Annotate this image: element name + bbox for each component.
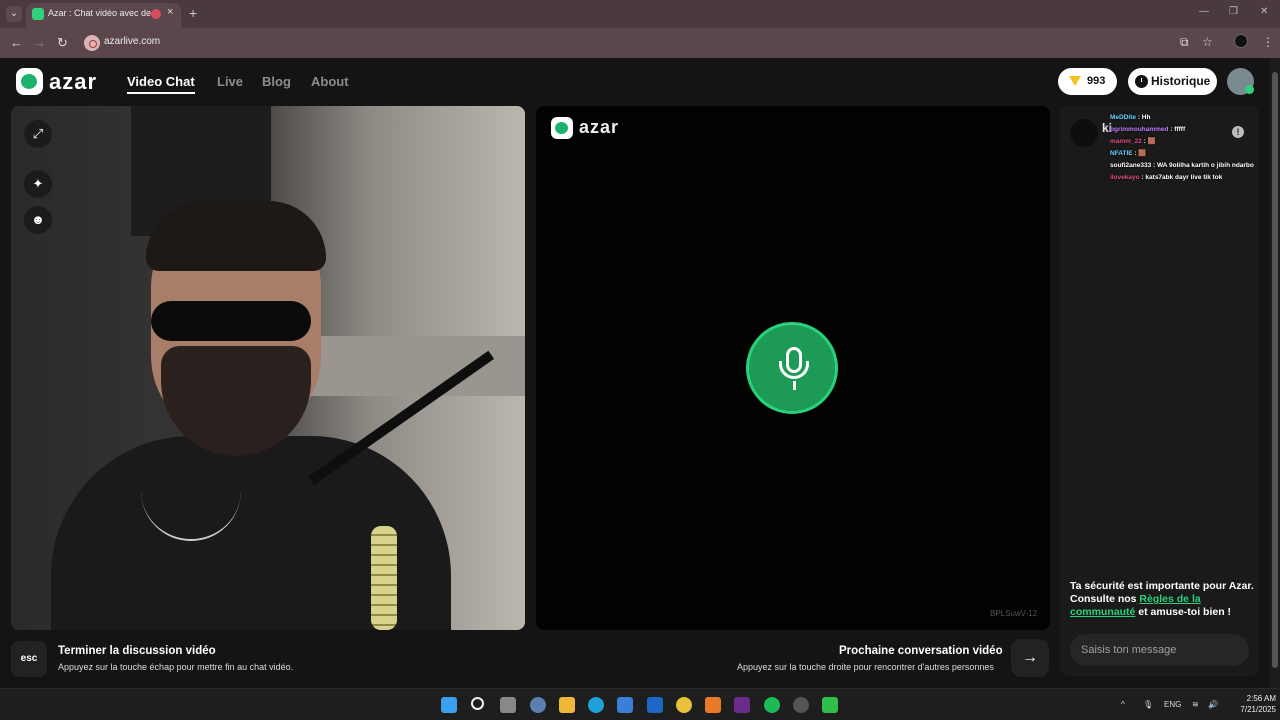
- overlay-message: mamm_22 : 🟫: [1110, 138, 1156, 145]
- fullscreen-toggle-icon[interactable]: ⤢: [24, 120, 52, 148]
- mic-tray-icon[interactable]: 🎙: [1143, 700, 1153, 709]
- pane-logo-text: azar: [579, 117, 620, 137]
- edge-icon[interactable]: [588, 697, 604, 713]
- tab-title: Azar : Chat vidéo avec de n: [48, 8, 158, 18]
- overlay-message: NFATIE : 🟫: [1110, 150, 1147, 157]
- forward-arrow-icon[interactable]: →: [33, 35, 46, 50]
- clock-date: 7/21/2025: [1240, 705, 1276, 714]
- volume-icon[interactable]: 🔊: [1208, 700, 1218, 709]
- wifi-icon[interactable]: ≋: [1192, 700, 1199, 709]
- url-text: azarlive.com: [104, 36, 161, 47]
- clock-icon: [1135, 75, 1148, 88]
- mic-cup: [779, 361, 809, 379]
- gems-button[interactable]: 993: [1058, 68, 1117, 95]
- scrollbar-thumb[interactable]: [1272, 72, 1278, 668]
- reload-icon[interactable]: ↻: [57, 35, 68, 51]
- local-video-feed: ⤢ ✦ ☻: [11, 106, 525, 630]
- microphone-icon: [746, 322, 838, 414]
- cast-icon[interactable]: ⧉: [1180, 35, 1189, 50]
- nav-active-underline: [127, 92, 195, 94]
- chat-message-input[interactable]: [1070, 634, 1249, 666]
- kick-icon[interactable]: [822, 697, 838, 713]
- minimize-button[interactable]: —: [1199, 6, 1209, 17]
- azar-logo-icon: [16, 68, 43, 95]
- file-explorer-icon[interactable]: [559, 697, 575, 713]
- next-app-icon[interactable]: [734, 697, 750, 713]
- outlook-icon[interactable]: [647, 697, 663, 713]
- nav-about[interactable]: About: [311, 74, 349, 89]
- tray-chevron-icon[interactable]: ^: [1121, 700, 1125, 709]
- nav-live[interactable]: Live: [217, 74, 243, 89]
- store-icon[interactable]: [617, 697, 633, 713]
- gems-count: 993: [1087, 75, 1106, 87]
- online-status-badge: [1245, 85, 1254, 94]
- clock-time: 2:56 AM: [1246, 694, 1276, 703]
- overlay-message: soufi2ane333 : WA 9olilha kartih o jibih…: [1110, 162, 1254, 169]
- azar-favicon-icon: [32, 8, 44, 20]
- windows-taskbar: ^ 🎙 ENG ≋ 🔊 2:56 AM 7/21/2025: [0, 688, 1280, 720]
- end-chat-title: Terminer la discussion vidéo: [58, 645, 216, 657]
- next-chat-subtitle: Appuyez sur la touche droite pour rencon…: [737, 662, 994, 672]
- prayer-beads: [371, 526, 397, 630]
- menu-kebab-icon[interactable]: ⋮: [1262, 35, 1274, 49]
- steam-icon[interactable]: [793, 697, 809, 713]
- tab-close-icon[interactable]: ×: [167, 6, 173, 18]
- new-tab-button[interactable]: +: [189, 5, 197, 21]
- maximize-button[interactable]: ❐: [1229, 6, 1238, 17]
- settings-gear-icon[interactable]: [530, 697, 546, 713]
- next-chat-arrow-button[interactable]: →: [1011, 639, 1049, 677]
- system-clock[interactable]: 2:56 AM 7/21/2025: [1228, 693, 1276, 715]
- site-info-icon[interactable]: [84, 35, 100, 51]
- bookmark-star-icon[interactable]: ☆: [1202, 35, 1213, 49]
- partner-video-pane: azar BPLSuwV-12: [536, 106, 1050, 630]
- tab-search-icon[interactable]: ⌄: [6, 6, 22, 22]
- partner-code: BPLSuwV-12: [990, 609, 1038, 618]
- language-indicator[interactable]: ENG: [1164, 700, 1181, 709]
- overlay-message: bgrimmouhammed : fffff: [1110, 126, 1186, 133]
- end-chat-esc-button[interactable]: esc: [11, 641, 47, 677]
- recording-icon: [151, 9, 161, 19]
- mic-stem: [793, 381, 796, 390]
- history-label: Historique: [1151, 74, 1211, 88]
- address-bar[interactable]: azarlive.com: [80, 31, 1200, 55]
- browser-tab-bar: ⌄ Azar : Chat vidéo avec de n × + — ❐ ✕: [0, 0, 1280, 28]
- fireplace-shelf: [311, 336, 525, 396]
- chrome-icon[interactable]: [676, 697, 692, 713]
- app-icon[interactable]: [705, 697, 721, 713]
- effects-sparkle-icon[interactable]: ✦: [24, 170, 52, 198]
- next-chat-title: Prochaine conversation vidéo: [839, 645, 1003, 657]
- face-filter-icon[interactable]: ☻: [24, 206, 52, 234]
- browser-tab[interactable]: Azar : Chat vidéo avec de n ×: [26, 3, 181, 28]
- history-button[interactable]: Historique: [1128, 68, 1217, 95]
- end-chat-subtitle: Appuyez sur la touche échap pour mettre …: [58, 662, 294, 672]
- safety-notice: Ta sécurité est importante pour Azar. Co…: [1070, 580, 1255, 619]
- stream-chat-overlay: MeDDite : Hh bgrimmouhammed : fffff mamm…: [1110, 112, 1256, 186]
- chat-panel: ki ! Ta sécurité est importante pour Aza…: [1060, 106, 1259, 676]
- task-view-icon[interactable]: [500, 697, 516, 713]
- overlay-message: ilovekayo : kats7abk dayr live tik tok: [1110, 174, 1223, 181]
- person-hair: [146, 201, 326, 271]
- windows-start-icon[interactable]: [441, 697, 457, 713]
- search-icon[interactable]: [471, 697, 484, 710]
- azar-page: azar Video Chat Live Blog About 993 Hist…: [0, 58, 1270, 688]
- azar-watermark-icon: [551, 117, 573, 139]
- nav-video-chat[interactable]: Video Chat: [127, 74, 195, 89]
- overlay-message: MeDDite : Hh: [1110, 114, 1151, 121]
- profile-icon[interactable]: [1234, 34, 1248, 48]
- sunglasses: [151, 301, 311, 341]
- safety-text-end: et amuse-toi bien !: [1135, 606, 1232, 618]
- nav-blog[interactable]: Blog: [262, 74, 291, 89]
- spotify-icon[interactable]: [764, 697, 780, 713]
- close-window-button[interactable]: ✕: [1260, 6, 1268, 17]
- browser-toolbar: ← → ↻ azarlive.com ⧉ ☆ ⋮: [0, 28, 1280, 58]
- gem-icon: [1069, 76, 1081, 86]
- partner-avatar[interactable]: [1070, 119, 1098, 147]
- back-arrow-icon[interactable]: ←: [10, 35, 23, 50]
- logo-text: azar: [49, 69, 98, 94]
- page-scrollbar[interactable]: [1270, 58, 1280, 688]
